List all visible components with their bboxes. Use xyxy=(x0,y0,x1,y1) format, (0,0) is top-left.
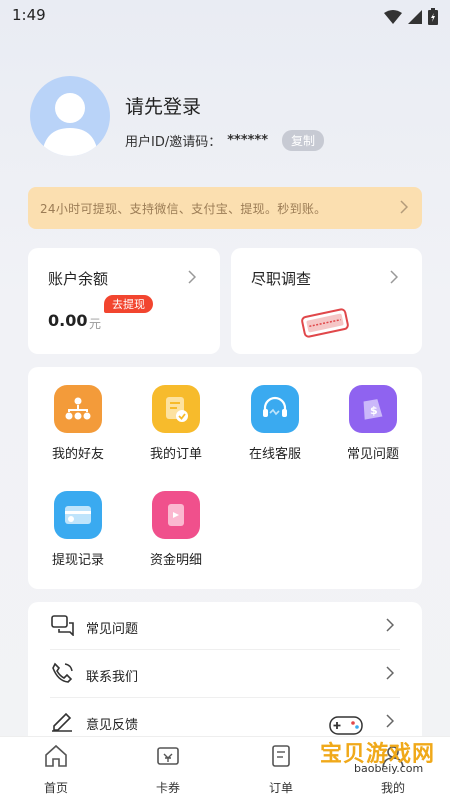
grid-label: 资金明细 xyxy=(149,553,202,568)
stamp-icon xyxy=(301,308,349,338)
invite-row: 用户ID/邀请码： ****** 复制 xyxy=(125,130,325,151)
default-avatar-icon xyxy=(42,93,98,156)
tab-coupon[interactable]: 卡券 xyxy=(128,743,208,796)
status-icons xyxy=(384,8,438,25)
phone-icon xyxy=(52,662,73,683)
copy-button[interactable]: 复制 xyxy=(282,130,325,151)
friends-icon xyxy=(54,385,102,433)
wifi-icon xyxy=(384,9,402,24)
tab-label: 首页 xyxy=(43,781,68,795)
list-item-label: 联系我们 xyxy=(86,670,139,685)
invite-code: ****** xyxy=(227,133,269,148)
chevron-right-icon xyxy=(386,666,394,680)
balance-card[interactable]: 账户余额 去提现 0.00 元 xyxy=(28,248,220,354)
grid-item-customer-service[interactable]: 在线客服 xyxy=(235,385,315,462)
svg-text:$: $ xyxy=(370,404,378,417)
login-prompt[interactable]: 请先登录 xyxy=(125,92,201,119)
orders-icon xyxy=(152,385,200,433)
chevron-right-icon xyxy=(188,270,196,284)
survey-title: 尽职调查 xyxy=(251,270,312,288)
faq-icon: $ xyxy=(349,385,397,433)
order-tab-icon xyxy=(272,745,290,767)
grid-item-friends[interactable]: 我的好友 xyxy=(38,385,118,462)
grid-item-faq[interactable]: $ 常见问题 xyxy=(333,385,413,462)
list-item-contact[interactable]: 联系我们 xyxy=(50,650,400,698)
balance-title: 账户余额 xyxy=(48,270,109,288)
chevron-right-icon xyxy=(386,618,394,632)
list-item-label: 常见问题 xyxy=(86,622,139,637)
feature-grid: 我的好友 我的订单 在线客服 $ 常见问题 提现记录 资金明细 xyxy=(28,367,422,589)
pen-icon xyxy=(52,712,72,732)
balance-unit: 元 xyxy=(89,317,102,331)
signal-icon xyxy=(408,9,422,24)
status-bar: 1:49 xyxy=(0,0,450,32)
grid-label: 我的订单 xyxy=(149,447,202,462)
grid-label: 提现记录 xyxy=(51,553,104,568)
coupon-icon xyxy=(157,747,179,765)
profile-header[interactable]: 请先登录 用户ID/邀请码： ****** 复制 xyxy=(30,76,430,166)
avatar[interactable] xyxy=(30,76,110,156)
status-time: 1:49 xyxy=(12,6,46,24)
balance-amount: 0.00 xyxy=(48,311,88,330)
withdraw-button[interactable]: 去提现 xyxy=(104,295,153,313)
grid-item-fund-detail[interactable]: 资金明细 xyxy=(136,491,216,568)
grid-item-orders[interactable]: 我的订单 xyxy=(136,385,216,462)
chat-bubbles-icon xyxy=(51,615,74,636)
watermark-url: baobeiy.com xyxy=(354,762,424,775)
gamepad-icon xyxy=(329,716,363,735)
watermark: 宝贝游戏网 baobeiy.com xyxy=(300,712,450,782)
grid-label: 常见问题 xyxy=(346,447,399,462)
withdraw-record-icon xyxy=(54,491,102,539)
notice-banner[interactable]: 24小时可提现、支持微信、支付宝、提现。秒到账。 xyxy=(28,187,422,229)
battery-icon xyxy=(428,8,438,25)
grid-item-withdraw-record[interactable]: 提现记录 xyxy=(38,491,118,568)
list-item-faq[interactable]: 常见问题 xyxy=(50,602,400,650)
notice-text: 24小时可提现、支持微信、支付宝、提现。秒到账。 xyxy=(40,202,327,216)
chevron-right-icon xyxy=(400,200,408,214)
invite-label: 用户ID/邀请码： xyxy=(125,135,222,150)
grid-label: 在线客服 xyxy=(248,447,301,462)
tab-home[interactable]: 首页 xyxy=(16,743,96,796)
customer-service-icon xyxy=(251,385,299,433)
list-item-label: 意见反馈 xyxy=(86,718,139,733)
grid-label: 我的好友 xyxy=(51,447,104,462)
fund-detail-icon xyxy=(152,491,200,539)
chevron-right-icon xyxy=(390,270,398,284)
home-icon xyxy=(45,744,67,767)
survey-card[interactable]: 尽职调查 xyxy=(231,248,422,354)
tab-label: 卡券 xyxy=(155,781,180,795)
